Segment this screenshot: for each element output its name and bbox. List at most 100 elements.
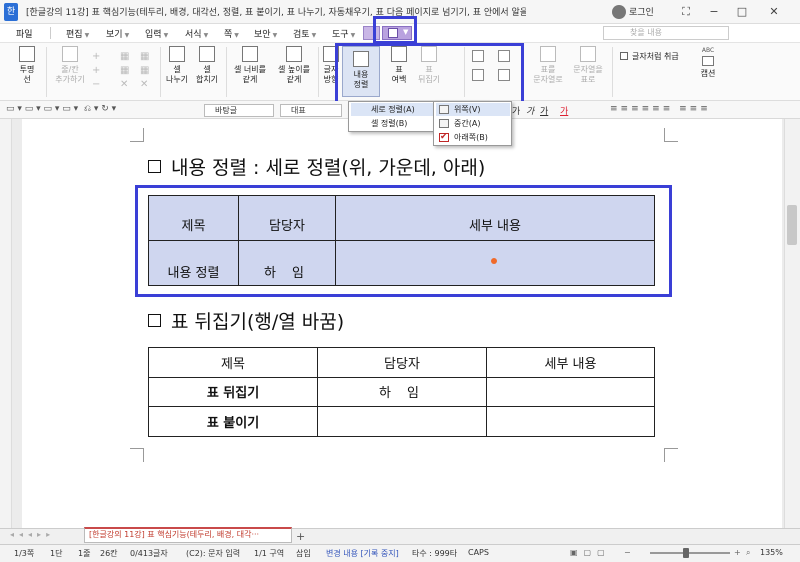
treat-as-char-checkbox[interactable] (620, 52, 628, 60)
table-cell[interactable]: 하 임 (317, 376, 487, 408)
add-row-icon (62, 46, 78, 62)
user-icon[interactable] (612, 5, 626, 19)
table-to-text-button[interactable]: 표를 문자열로 (530, 46, 566, 85)
menu-review[interactable]: 검토 ▼ (293, 27, 316, 40)
menu-security[interactable]: 보안 ▼ (254, 27, 277, 40)
align-bottom-menu-item[interactable]: 아래쪽(B) (436, 131, 510, 144)
italic-button[interactable]: 가 (526, 104, 534, 117)
menu-item-label: 셀 정렬(B) (371, 119, 408, 128)
menu-page[interactable]: 쪽 ▼ (224, 27, 239, 40)
ribbon-label: 셀 너비를 같게 (234, 65, 266, 84)
add-row-col-button[interactable]: 줄/칸 추가하기 (50, 46, 90, 85)
checkbox-square-icon (148, 160, 161, 173)
menu-tools[interactable]: 도구 ▼ (332, 27, 355, 40)
table-cell[interactable]: 표 붙이기 (148, 406, 318, 437)
help-search-input[interactable]: 찾을 내용 (603, 26, 729, 40)
table-cell[interactable] (486, 406, 655, 437)
caption-icon (702, 56, 714, 66)
maximize-button[interactable]: □ (732, 4, 752, 20)
vertical-scrollbar[interactable] (784, 119, 800, 528)
caption-abc-text: ABC (701, 47, 715, 54)
close-button[interactable]: ✕ (764, 4, 784, 20)
minimize-button[interactable]: − (704, 4, 724, 20)
menu-file[interactable]: 파일 (16, 27, 33, 40)
table-flip[interactable]: 제목 담당자 세부 내용 표 뒤집기 하 임 표 붙이기 (148, 347, 655, 437)
toolbar-left-icons[interactable]: ▭ ▾ ▭ ▾ ▭ ▾ ▭ ▾ ⎌ ▾ ↻ ▾ (6, 104, 116, 114)
table-cell[interactable]: 세부 내용 (486, 347, 655, 378)
status-track-changes[interactable]: 변경 내용 [기록 중지] (326, 548, 399, 559)
zoom-level[interactable]: 135% (760, 548, 783, 557)
zoom-slider[interactable] (650, 552, 730, 554)
menu-view[interactable]: 보기 ▼ (106, 27, 129, 40)
status-typing-speed: 타수 : 999타 (412, 549, 458, 558)
table-cell[interactable] (317, 406, 487, 437)
caption-button[interactable]: ABC 캡션 (696, 46, 720, 79)
chevron-down-icon: ▼ (272, 32, 278, 39)
zoom-magnifier-icon[interactable]: ⌕ (746, 548, 750, 558)
ribbon-label: 문자열을 표로 (573, 65, 603, 84)
table-cell[interactable]: 표 뒤집기 (148, 376, 318, 408)
treat-as-char-label: 글자처럼 취급 (632, 52, 679, 61)
document-tab[interactable]: [한글강의 11강] 표 핵심기능(테두리, 배경, 대각··· (84, 527, 292, 543)
checkbox-square-icon (148, 314, 161, 327)
border-icon (19, 46, 35, 62)
scroll-thumb[interactable] (787, 205, 797, 245)
menu-edit[interactable]: 편집 ▼ (66, 27, 89, 40)
text-to-table-button[interactable]: 문자열을 표로 (568, 46, 608, 85)
align-middle-icon (439, 119, 449, 128)
menu-insert[interactable]: 입력 ▼ (145, 27, 168, 40)
menu-insert-label: 입력 (145, 30, 162, 40)
expand-icon[interactable]: ⛶ (676, 4, 696, 20)
status-page[interactable]: 1/3쪽 (14, 548, 34, 559)
menu-item-label: 중간(A) (454, 119, 481, 128)
heading-text: 내용 정렬 : 세로 정렬(위, 가운데, 아래) (171, 157, 486, 179)
table-cell[interactable]: 담당자 (317, 347, 487, 378)
window-title: [한글강의 11강] 표 핵심기능(테두리, 배경, 대각선, 정렬, 표 붙이… (26, 8, 526, 18)
equal-width-button[interactable]: 셀 너비를 같게 (230, 46, 270, 85)
status-line: 1줄 (78, 549, 91, 558)
document-page[interactable] (22, 119, 782, 528)
menu-format-label: 서식 (185, 30, 202, 40)
menu-item-label: 아래쪽(B) (454, 133, 488, 142)
font-select[interactable]: 대표 (280, 104, 342, 117)
paragraph-align-icons[interactable]: ≡≡≡≡≡≡ ≡≡≡ (610, 104, 711, 114)
add-tab-button[interactable]: + (296, 530, 305, 543)
split-cell-button[interactable]: 셀 나누기 (163, 46, 191, 85)
status-insert-mode[interactable]: 삽입 (296, 548, 311, 559)
zoom-in-icon[interactable]: + (734, 548, 741, 557)
table-cell[interactable] (486, 376, 655, 408)
login-button[interactable]: 로그인 (629, 5, 654, 18)
ribbon-divider (160, 47, 161, 97)
bold-button[interactable]: 가 (512, 104, 520, 117)
ribbon-label: 줄/칸 추가하기 (55, 65, 85, 84)
transparent-line-button[interactable]: 투명 선 (12, 46, 42, 85)
chevron-down-icon: ▼ (350, 32, 356, 39)
style-select[interactable]: 바탕글 (204, 104, 274, 117)
menu-view-label: 보기 (106, 30, 123, 40)
ribbon-label: 셀 나누기 (165, 65, 189, 84)
annotation-highlight-tab (373, 16, 417, 44)
tab-nav-arrows[interactable]: ◂◂◂▸▸ (10, 530, 55, 539)
ribbon-divider (46, 47, 47, 97)
text-to-table-icon (580, 46, 596, 62)
menu-page-label: 쪽 (224, 30, 233, 40)
align-top-menu-item[interactable]: 위쪽(V) (436, 103, 510, 116)
table-to-text-icon (540, 46, 556, 62)
underline-button[interactable]: 가 (540, 104, 548, 117)
table-cell[interactable]: 제목 (148, 347, 318, 378)
merge-cell-button[interactable]: 셀 합치기 (193, 46, 221, 85)
menu-item-label: 위쪽(V) (454, 105, 481, 114)
chevron-down-icon: ▼ (234, 32, 239, 39)
align-top-icon (439, 105, 449, 114)
mouse-cursor-marker (491, 258, 497, 264)
menu-format[interactable]: 서식 ▼ (185, 27, 208, 40)
equal-height-button[interactable]: 셀 높이를 같게 (274, 46, 314, 85)
zoom-slider-handle[interactable] (683, 548, 689, 558)
font-color-button[interactable]: 가 (560, 104, 568, 117)
view-mode-icons[interactable]: ▣▢▢ (570, 548, 611, 557)
menu-review-label: 검토 (293, 30, 310, 40)
status-cell-input: (C2): 문자 입력 (186, 549, 241, 558)
page-crop-mark (130, 448, 144, 462)
align-middle-menu-item[interactable]: 중간(A) (436, 117, 510, 130)
zoom-out-icon[interactable]: − (624, 548, 631, 557)
